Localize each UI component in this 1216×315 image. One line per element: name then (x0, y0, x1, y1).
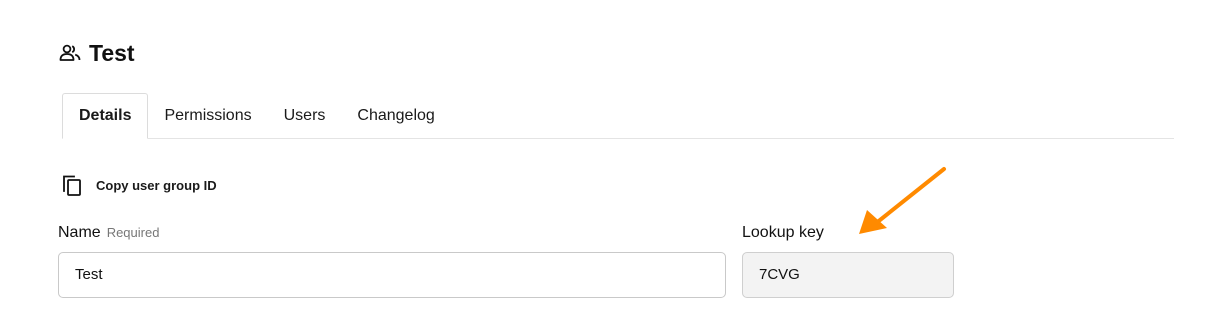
lookup-key-label: Lookup key (742, 224, 824, 241)
copy-user-group-id-button[interactable]: Copy user group ID (60, 173, 217, 197)
page-header: Test (59, 38, 135, 68)
lookup-key-field: 7CVG (742, 252, 954, 298)
required-hint: Required (106, 225, 160, 240)
tab-permissions[interactable]: Permissions (148, 94, 267, 138)
user-group-page: Test Details Permissions Users Changelog… (0, 0, 1216, 315)
tab-changelog[interactable]: Changelog (341, 94, 450, 138)
name-field-label-row: Name Required (58, 224, 159, 242)
tab-users[interactable]: Users (268, 94, 342, 138)
copy-user-group-id-label: Copy user group ID (96, 177, 217, 193)
copy-icon (60, 173, 84, 197)
tab-details[interactable]: Details (62, 93, 149, 139)
user-group-icon (59, 42, 81, 64)
tab-bar: Details Permissions Users Changelog (62, 93, 1174, 139)
page-title: Test (89, 39, 135, 66)
annotation-arrow (859, 167, 946, 234)
name-label: Name (58, 224, 101, 241)
name-input[interactable]: Test (58, 252, 726, 298)
